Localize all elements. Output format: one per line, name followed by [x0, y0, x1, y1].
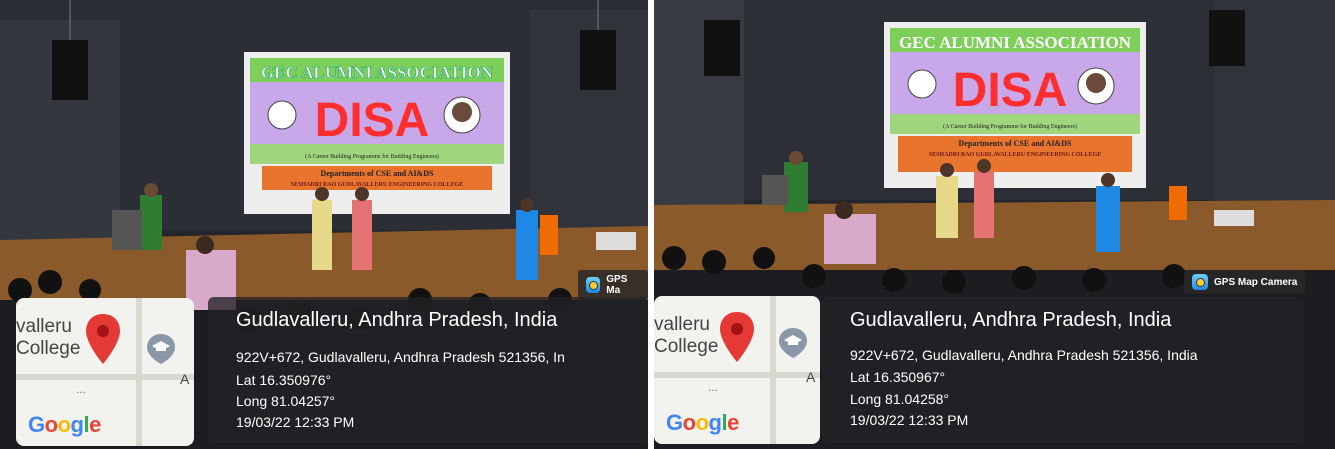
gps-camera-app-icon: [1192, 274, 1208, 290]
map-pin-icon: [720, 312, 754, 362]
banner-title: DISA: [315, 94, 430, 147]
gps-tag-label: GPS Map Camera: [1214, 276, 1298, 288]
mini-map: valleru College ... A Google: [16, 298, 194, 446]
school-place-icon: [147, 334, 175, 364]
map-side-label: A: [180, 371, 190, 387]
banner-line1: GEC ALUMNI ASSOCIATION: [261, 63, 494, 82]
map-ellipsis: ...: [76, 382, 87, 396]
map-side-label: A: [806, 369, 816, 385]
latitude: Lat 16.350976°: [236, 372, 332, 388]
photo-left: GEC ALUMNI ASSOCIATION DISA (A Career Bu…: [0, 0, 648, 449]
mini-map: valleru College ... A Google: [654, 296, 820, 444]
map-place-label: valleru College: [654, 314, 719, 357]
banner-title: DISA: [953, 64, 1068, 117]
longitude: Long 81.04257°: [236, 393, 336, 409]
gps-info-panel: Gudlavalleru, Andhra Pradesh, India 922V…: [208, 297, 648, 443]
map-pin-icon: [86, 314, 120, 364]
banner-line1: GEC ALUMNI ASSOCIATION: [899, 33, 1132, 52]
gps-tag-label: GPS Ma: [606, 274, 628, 296]
gps-camera-app-icon: [586, 277, 601, 293]
banner-sub: (A Career Building Programme for Budding…: [943, 123, 1077, 130]
google-logo: Google: [28, 412, 101, 437]
photo-right: GEC ALUMNI ASSOCIATION DISA (A Career Bu…: [654, 0, 1335, 449]
latitude: Lat 16.350967°: [850, 369, 946, 385]
map-place-label: valleru College: [16, 316, 81, 359]
location-title: Gudlavalleru, Andhra Pradesh, India: [236, 309, 558, 331]
banner-college: SESHADRI RAO GUDLAVALLERU ENGINEERING CO…: [291, 182, 464, 188]
banner-dept: Departments of CSE and AI&DS: [959, 139, 1072, 148]
banner-sub: (A Career Building Programme for Budding…: [305, 153, 439, 160]
longitude: Long 81.04258°: [850, 391, 950, 407]
address-line: 922V+672, Gudlavalleru, Andhra Pradesh 5…: [236, 349, 565, 365]
location-title: Gudlavalleru, Andhra Pradesh, India: [850, 309, 1172, 331]
google-logo: Google: [666, 410, 739, 435]
datetime: 19/03/22 12:33 PM: [850, 412, 969, 428]
gps-info-panel: Gudlavalleru, Andhra Pradesh, India 922V…: [822, 297, 1304, 443]
gps-map-camera-tag: GPS Map Camera: [1184, 270, 1306, 294]
school-place-icon: [779, 328, 807, 358]
address-line: 922V+672, Gudlavalleru, Andhra Pradesh 5…: [850, 347, 1198, 363]
gps-map-camera-tag: GPS Ma: [578, 270, 648, 300]
banner-dept: Departments of CSE and AI&DS: [321, 169, 434, 178]
banner-college: SESHADRI RAO GUDLAVALLERU ENGINEERING CO…: [929, 152, 1102, 158]
datetime: 19/03/22 12:33 PM: [236, 414, 355, 430]
map-ellipsis: ...: [708, 380, 719, 394]
